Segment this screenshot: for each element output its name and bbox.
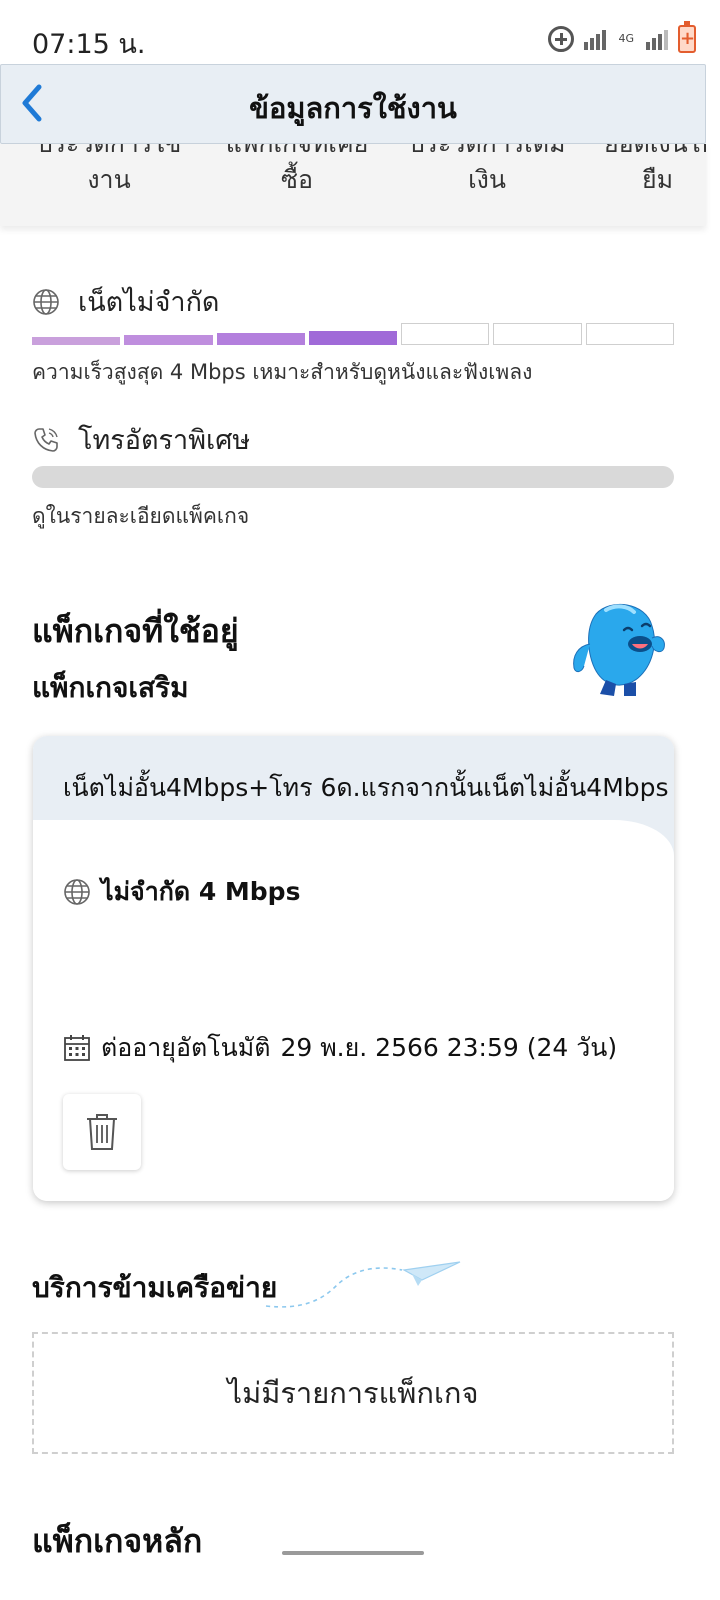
call-usage-bar bbox=[32, 466, 674, 488]
speed-segment-filled bbox=[32, 337, 121, 345]
speed-segment-empty bbox=[493, 323, 582, 345]
tab-usage-history[interactable]: ประวัติการใช้ งาน bbox=[14, 144, 204, 198]
tab-label-line2: ยืม bbox=[642, 165, 674, 194]
call-usage-description: ดูในรายละเอียดแพ็คเกจ bbox=[32, 504, 250, 528]
package-name: เน็ตไม่อั้น4Mbps+โทร 6ด.แรกจากนั้นเน็ตไม… bbox=[63, 773, 669, 802]
package-data-label: ไม่จำกัด 4 Mbps bbox=[101, 877, 301, 906]
call-usage-label: โทรอัตราพิเศษ bbox=[78, 425, 251, 456]
internet-usage-row: เน็ตไม่จำกัด bbox=[32, 280, 219, 323]
tab-label-line1: ยอดเงินให้ bbox=[604, 144, 706, 162]
tab-label-line1: ประวัติการเติม bbox=[392, 144, 582, 162]
addon-package-card[interactable]: เน็ตไม่อั้น4Mbps+โทร 6ด.แรกจากนั้นเน็ตไม… bbox=[33, 736, 674, 1201]
mascot-illustration bbox=[573, 603, 665, 696]
active-packages-title: แพ็กเกจที่ใช้อยู่ bbox=[32, 612, 239, 650]
internet-usage-description: ความเร็วสูงสุด 4 Mbps เหมาะสำหรับดูหนังแ… bbox=[32, 360, 533, 384]
tab-label-line2: งาน bbox=[87, 165, 131, 194]
main-package-title: แพ็กเกจหลัก bbox=[32, 1522, 203, 1560]
signal-icon bbox=[584, 28, 607, 50]
speed-level-bar bbox=[32, 323, 674, 345]
internet-usage-label: เน็ตไม่จำกัด bbox=[78, 287, 220, 318]
network-type-badge: 4G bbox=[618, 32, 634, 45]
call-usage-row: โทรอัตราพิเศษ bbox=[32, 418, 250, 461]
home-indicator bbox=[282, 1551, 424, 1555]
trash-icon bbox=[87, 1114, 117, 1150]
calendar-icon bbox=[64, 1035, 90, 1061]
tab-loan-balance[interactable]: ยอดเงินให้ ยืม bbox=[582, 144, 706, 198]
signal-icon-secondary bbox=[646, 28, 668, 50]
package-data-row: ไม่จำกัด 4 Mbps bbox=[63, 872, 300, 912]
delete-package-button[interactable] bbox=[63, 1094, 141, 1170]
tab-label-line2: เงิน bbox=[468, 165, 506, 194]
status-icons: 4G + bbox=[548, 21, 696, 56]
battery-charging-symbol: + bbox=[680, 28, 696, 49]
speed-segment-filled bbox=[216, 333, 305, 345]
page-title: ข้อมูลการใช้งาน bbox=[249, 91, 457, 125]
app-header: ข้อมูลการใช้งาน bbox=[0, 64, 706, 144]
data-saver-icon bbox=[548, 26, 575, 52]
roaming-title-row: บริการข้ามเครือข่าย bbox=[32, 1250, 472, 1320]
package-renew-row: ต่ออายุอัตโนมัติ 29 พ.ย. 2566 23:59 (24 … bbox=[63, 1028, 617, 1068]
globe-icon bbox=[33, 288, 59, 315]
phone-icon bbox=[34, 427, 58, 452]
speed-segment-filled bbox=[308, 331, 398, 345]
addon-packages-title: แพ็กเกจเสริม bbox=[32, 671, 189, 704]
speed-segment-filled bbox=[124, 335, 213, 345]
paper-plane-icon bbox=[265, 1261, 461, 1308]
tab-topup-history[interactable]: ประวัติการเติม เงิน bbox=[392, 144, 582, 198]
tab-purchased-packages[interactable]: แพ็กเกจที่เคย ซื้อ bbox=[202, 144, 392, 198]
tab-label-line1: ประวัติการใช้ bbox=[14, 144, 204, 162]
speed-segment-empty bbox=[585, 323, 674, 345]
roaming-title: บริการข้ามเครือข่าย bbox=[32, 1271, 278, 1304]
roaming-empty-state: ไม่มีรายการแพ็กเกจ bbox=[32, 1332, 674, 1454]
tab-label-line2: ซื้อ bbox=[281, 165, 313, 194]
package-renew-label: ต่ออายุอัตโนมัติ bbox=[101, 1033, 271, 1062]
globe-icon bbox=[64, 879, 90, 905]
speed-segment-empty bbox=[401, 323, 490, 345]
status-time: 07:15 น. bbox=[32, 29, 146, 60]
tabs-strip: ประวัติการใช้ งาน แพ็กเกจที่เคย ซื้อ ประ… bbox=[0, 144, 706, 226]
tab-label-line1: แพ็กเกจที่เคย bbox=[202, 144, 392, 162]
roaming-empty-text: ไม่มีรายการแพ็กเกจ bbox=[227, 1376, 479, 1410]
status-bar: 07:15 น. 4G + bbox=[0, 0, 720, 66]
package-renew-date: 29 พ.ย. 2566 23:59 (24 วัน) bbox=[280, 1033, 618, 1062]
battery-icon: + bbox=[678, 21, 696, 53]
